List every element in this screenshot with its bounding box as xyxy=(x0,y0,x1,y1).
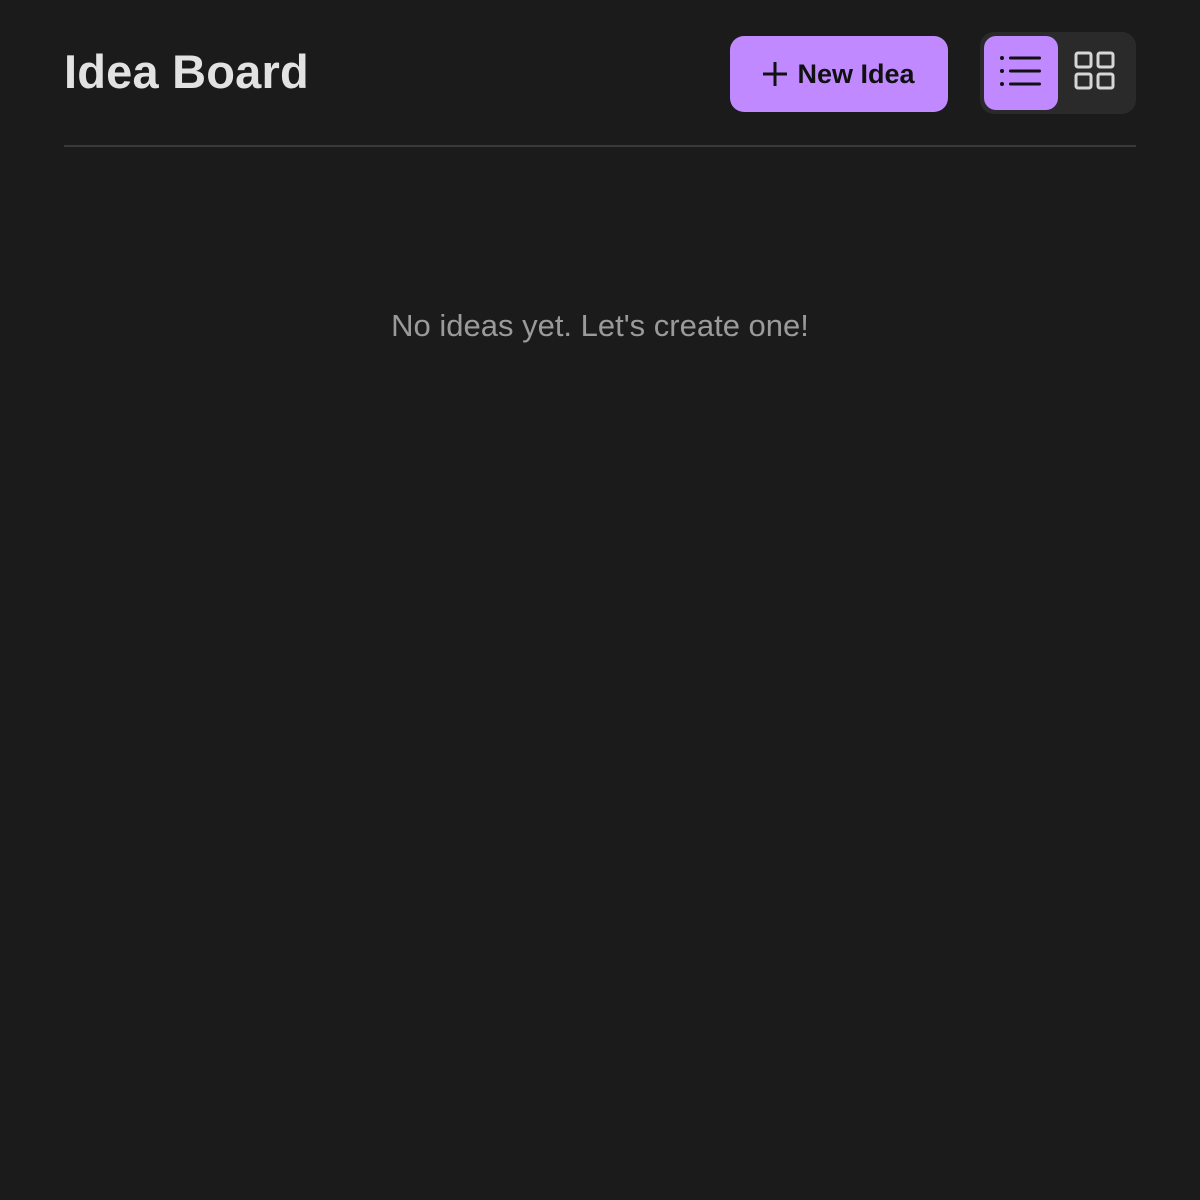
grid-icon xyxy=(1074,51,1116,96)
list-view-button[interactable] xyxy=(984,36,1058,110)
header-actions: New Idea xyxy=(730,32,1136,114)
grid-view-button[interactable] xyxy=(1058,36,1132,110)
empty-state-message: No ideas yet. Let's create one! xyxy=(391,308,809,343)
view-toggle xyxy=(980,32,1136,114)
idea-board-page: Idea Board New Idea No ideas yet. Let's … xyxy=(0,0,1200,1200)
page-header: Idea Board New Idea xyxy=(64,0,1136,147)
new-idea-button-label: New Idea xyxy=(797,58,915,89)
list-icon xyxy=(1000,55,1042,92)
plus-icon xyxy=(762,61,788,87)
new-idea-button[interactable]: New Idea xyxy=(730,36,948,112)
page-title: Idea Board xyxy=(64,45,309,98)
